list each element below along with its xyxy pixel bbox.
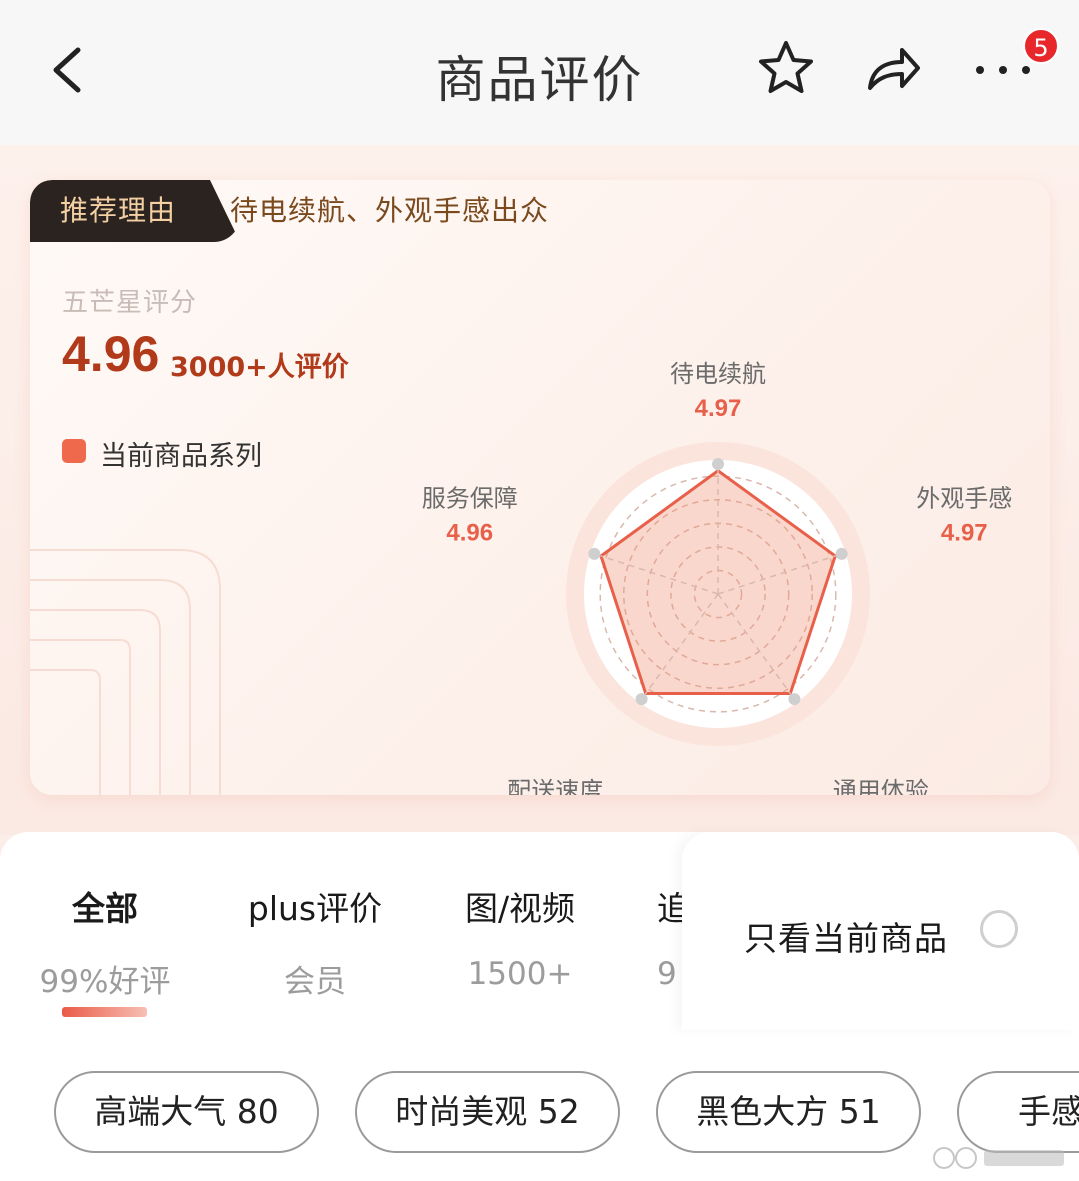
radar-value-label: 4.97: [695, 395, 742, 422]
tab-subtitle: 会员: [284, 964, 346, 1000]
radar-value-label: 4.96: [446, 519, 493, 546]
radar-value-label: 4.97: [941, 519, 988, 546]
tab-followup[interactable]: 追 9: [657, 882, 682, 992]
radar-axis-label: 配送速度: [507, 777, 603, 795]
review-panel: 全部 99%好评 plus评价 会员 图/视频 1500+ 追 9 只看当前商品…: [0, 832, 1079, 1181]
tab-title: 图/视频: [464, 889, 576, 928]
watermark: [933, 1147, 1064, 1169]
tab-title: plus评价: [247, 889, 383, 928]
reason-tag: 推荐理由: [30, 180, 240, 242]
top-nav-bar: 商品评价 5: [0, 0, 1079, 145]
back-icon[interactable]: [44, 40, 94, 100]
chip[interactable]: 高端大气 80: [54, 1071, 319, 1153]
radar-axis-label: 通用体验: [833, 777, 929, 795]
tab-title: 全部: [72, 889, 138, 928]
radar-axis-label: 服务保障: [422, 484, 518, 512]
tab-subtitle: 99%好评: [39, 964, 171, 1000]
filter-panel: 只看当前商品: [682, 832, 1079, 1030]
radar-vertex-dot: [588, 547, 601, 560]
rating-score: 4.96: [62, 326, 160, 382]
tab-all[interactable]: 全部 99%好评: [37, 882, 173, 1001]
chip[interactable]: 时尚美观 52: [355, 1071, 620, 1153]
active-tab-indicator: [62, 1007, 147, 1017]
radar-vertex-dot: [788, 693, 801, 706]
legend-label: 当前商品系列: [100, 441, 262, 472]
radar-axis-label: 待电续航: [670, 360, 766, 388]
tab-subtitle: 1500+: [467, 956, 573, 992]
tab-strip: 全部 99%好评 plus评价 会员 图/视频 1500+ 追 9: [0, 832, 682, 1032]
tag-chips: 高端大气 80 时尚美观 52 黑色大方 51 手感-: [0, 1067, 1079, 1157]
share-icon[interactable]: [862, 40, 924, 98]
radar-vertex-dot: [712, 458, 724, 470]
star-icon[interactable]: [755, 38, 817, 100]
filter-label: 只看当前商品: [744, 919, 948, 958]
rating-card: 推荐理由 待电续航、外观手感出众 五芒星评分 4.96 3000+人评价 当前商…: [30, 180, 1050, 795]
only-current-radio[interactable]: [980, 910, 1018, 948]
radar-chart: 待电续航4.97外观手感4.97通用体验4.96配送速度4.96服务保障4.96: [422, 360, 1013, 795]
chip[interactable]: 黑色大方 51: [656, 1071, 921, 1153]
radar-vertex-dot: [835, 547, 848, 560]
reason-text: 待电续航、外观手感出众: [230, 194, 550, 227]
tab-title: 追: [657, 889, 682, 928]
tab-subtitle: 9: [657, 956, 677, 992]
tab-media[interactable]: 图/视频 1500+: [452, 882, 588, 992]
rating-label: 五芒星评分: [62, 288, 198, 318]
tab-plus[interactable]: plus评价 会员: [240, 882, 390, 1001]
card-decoration: [30, 549, 221, 795]
radar-vertex-dot: [635, 693, 648, 706]
rating-count: 3000+人评价: [170, 352, 349, 383]
radar-axis-label: 外观手感: [916, 484, 1012, 512]
legend-swatch: [62, 439, 86, 463]
notification-badge: 5: [1023, 28, 1059, 64]
